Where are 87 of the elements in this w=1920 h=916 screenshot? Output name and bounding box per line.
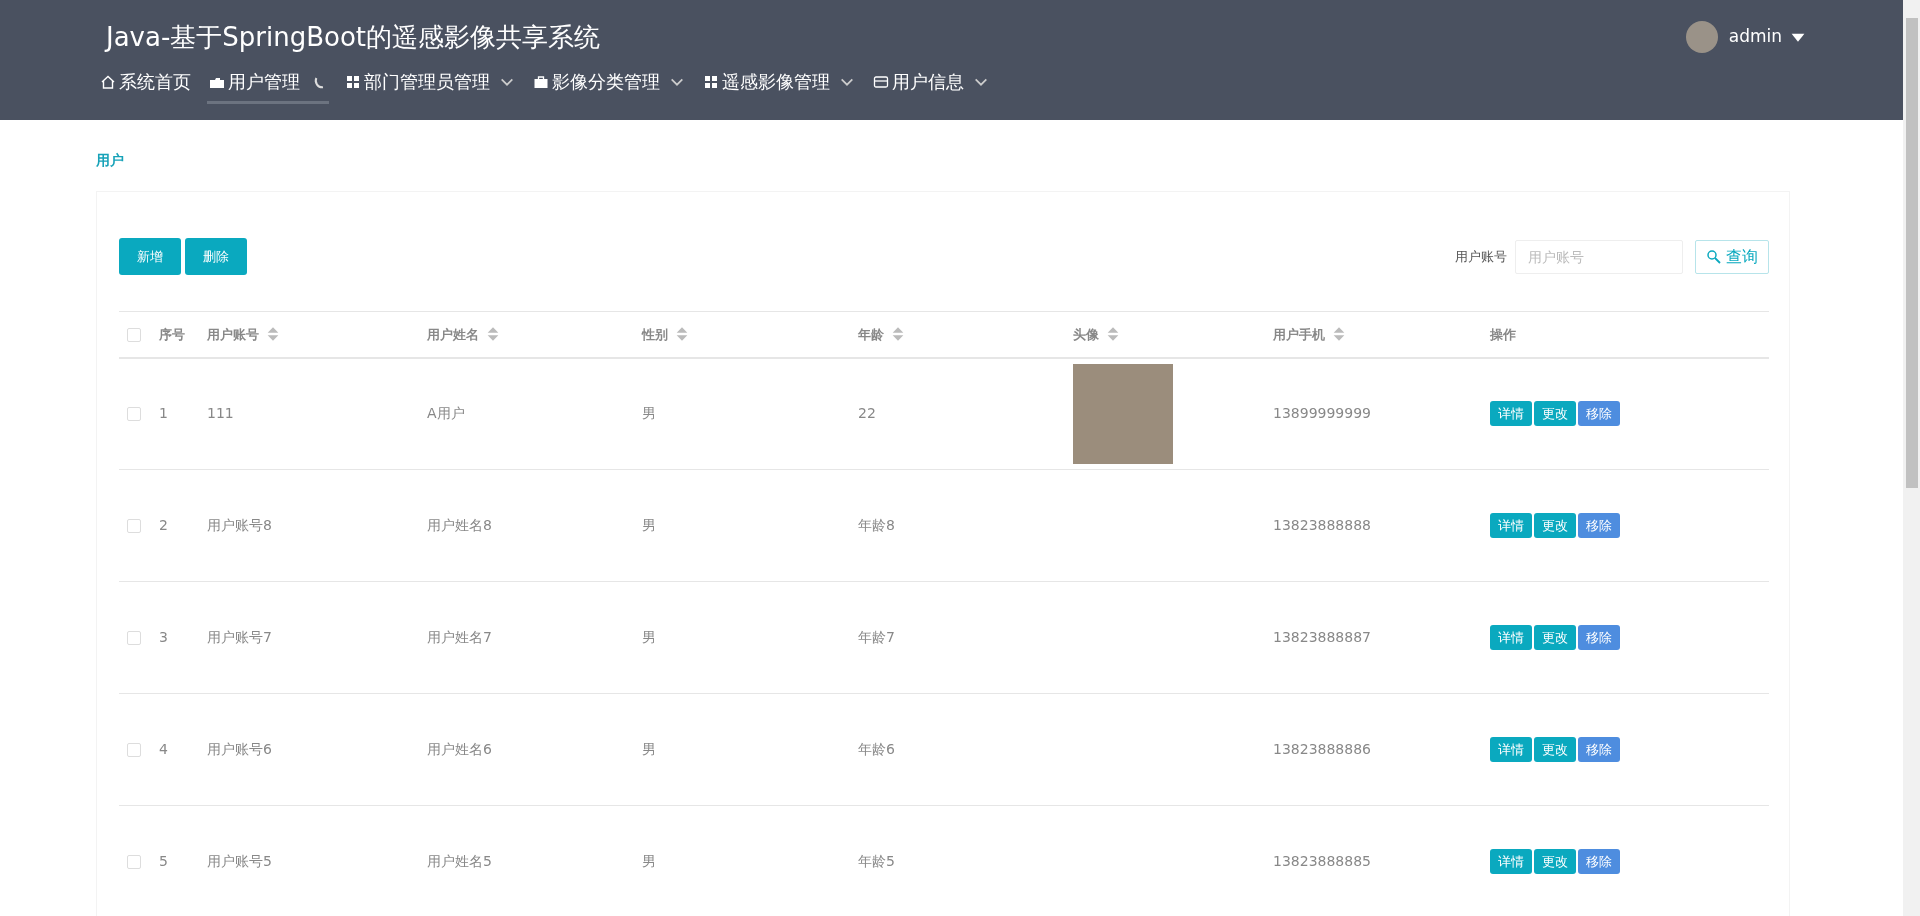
table-cell: 4 bbox=[159, 741, 168, 757]
select-all-checkbox[interactable] bbox=[127, 328, 141, 342]
nav-tab[interactable]: 用户信息 bbox=[871, 66, 991, 104]
sort-icon bbox=[1105, 326, 1121, 343]
breadcrumb: 用户 bbox=[95, 151, 125, 170]
table-cell: 111 bbox=[207, 405, 234, 422]
search-field[interactable]: 用户账号 bbox=[1515, 239, 1683, 274]
row-checkbox[interactable] bbox=[127, 407, 141, 422]
delete-button[interactable]: 删除 bbox=[185, 238, 247, 275]
table-cell: 用户姓名5 bbox=[427, 853, 492, 869]
table-cell: 男 bbox=[642, 629, 656, 645]
table-cell: 用户账号6 bbox=[207, 741, 272, 757]
action-button[interactable]: 移除 bbox=[1578, 625, 1620, 650]
table-cell: A用户 bbox=[427, 405, 465, 422]
table-cell: 用户账号5 bbox=[207, 853, 272, 869]
sort-icon bbox=[890, 326, 906, 343]
grid-icon bbox=[345, 73, 361, 90]
column-header[interactable]: 年龄 bbox=[858, 324, 906, 344]
sort-icon bbox=[485, 326, 501, 343]
page-title: Java-基于SpringBoot的遥感影像共享系统 bbox=[106, 21, 601, 54]
briefcase-icon bbox=[533, 73, 549, 90]
action-button[interactable]: 详情 bbox=[1490, 849, 1532, 874]
table-cell: 13823888885 bbox=[1273, 853, 1371, 869]
scrollbar[interactable] bbox=[1903, 0, 1920, 916]
nav-tab[interactable]: 用户管理 bbox=[207, 66, 329, 104]
sort-icon bbox=[265, 326, 281, 343]
user-avatar bbox=[1685, 21, 1718, 53]
card-icon bbox=[873, 73, 889, 90]
column-header: 操作 bbox=[1490, 325, 1516, 344]
column-header[interactable]: 用户手机 bbox=[1273, 324, 1347, 344]
row-checkbox[interactable] bbox=[127, 631, 141, 645]
table-cell: 年龄5 bbox=[858, 853, 895, 869]
grid-icon bbox=[703, 73, 719, 90]
table-cell: 13899999999 bbox=[1273, 405, 1371, 422]
action-button[interactable]: 更改 bbox=[1534, 849, 1576, 874]
column-header[interactable]: 用户姓名 bbox=[427, 324, 501, 344]
column-header[interactable]: 性别 bbox=[642, 324, 690, 344]
row-checkbox[interactable] bbox=[127, 743, 141, 757]
table-cell: 年龄8 bbox=[858, 517, 895, 533]
table-cell: 用户账号7 bbox=[207, 629, 272, 645]
add-button[interactable]: 新增 bbox=[119, 238, 181, 275]
search-button[interactable]: 查询 bbox=[1695, 239, 1769, 274]
action-button[interactable]: 移除 bbox=[1578, 513, 1620, 538]
table-cell: 13823888888 bbox=[1273, 517, 1371, 533]
action-button[interactable]: 详情 bbox=[1490, 401, 1532, 427]
sort-icon bbox=[674, 326, 690, 343]
table-cell: 男 bbox=[642, 853, 656, 869]
table-cell: 13823888886 bbox=[1273, 741, 1371, 757]
action-button[interactable]: 移除 bbox=[1578, 849, 1620, 874]
search-icon bbox=[1706, 248, 1722, 265]
table-cell: 用户姓名6 bbox=[427, 741, 492, 757]
table-cell: 男 bbox=[642, 517, 656, 533]
table-cell: 3 bbox=[159, 629, 168, 645]
nav-tab[interactable]: 系统首页 bbox=[98, 66, 193, 104]
table-cell: 22 bbox=[858, 405, 876, 422]
sort-icon bbox=[1331, 326, 1347, 343]
search-label: 用户账号 bbox=[1455, 247, 1507, 266]
action-button[interactable]: 移除 bbox=[1578, 737, 1620, 762]
table-cell: 年龄6 bbox=[858, 741, 895, 757]
nav-tab[interactable]: 影像分类管理 bbox=[531, 66, 687, 104]
action-button[interactable]: 详情 bbox=[1490, 737, 1532, 762]
table-cell: 用户姓名8 bbox=[427, 517, 492, 533]
column-header[interactable]: 用户账号 bbox=[207, 324, 281, 344]
table-cell: 年龄7 bbox=[858, 629, 895, 645]
user-menu[interactable]: admin bbox=[1727, 23, 1807, 51]
table-cell: 5 bbox=[159, 853, 168, 869]
row-checkbox[interactable] bbox=[127, 519, 141, 533]
action-button[interactable]: 更改 bbox=[1534, 401, 1576, 427]
action-button[interactable]: 详情 bbox=[1490, 513, 1532, 538]
action-button[interactable]: 更改 bbox=[1534, 625, 1576, 650]
table-cell: 用户姓名7 bbox=[427, 629, 492, 645]
action-button[interactable]: 更改 bbox=[1534, 513, 1576, 538]
nav-tab[interactable]: 部门管理员管理 bbox=[343, 66, 517, 104]
table-cell: 男 bbox=[642, 741, 656, 757]
table-cell: 男 bbox=[642, 405, 656, 422]
action-button[interactable]: 更改 bbox=[1534, 737, 1576, 762]
row-checkbox[interactable] bbox=[127, 855, 141, 869]
column-header: 序号 bbox=[159, 325, 185, 344]
table-cell: 用户账号8 bbox=[207, 517, 272, 533]
table-cell: 1 bbox=[159, 405, 168, 422]
home-icon bbox=[100, 73, 116, 90]
table-cell: 2 bbox=[159, 517, 168, 533]
action-button[interactable]: 详情 bbox=[1490, 625, 1532, 650]
column-header[interactable]: 头像 bbox=[1073, 324, 1121, 344]
nav-tab[interactable]: 遥感影像管理 bbox=[701, 66, 857, 104]
action-button[interactable]: 移除 bbox=[1578, 401, 1620, 427]
table-cell: 13823888887 bbox=[1273, 629, 1371, 645]
